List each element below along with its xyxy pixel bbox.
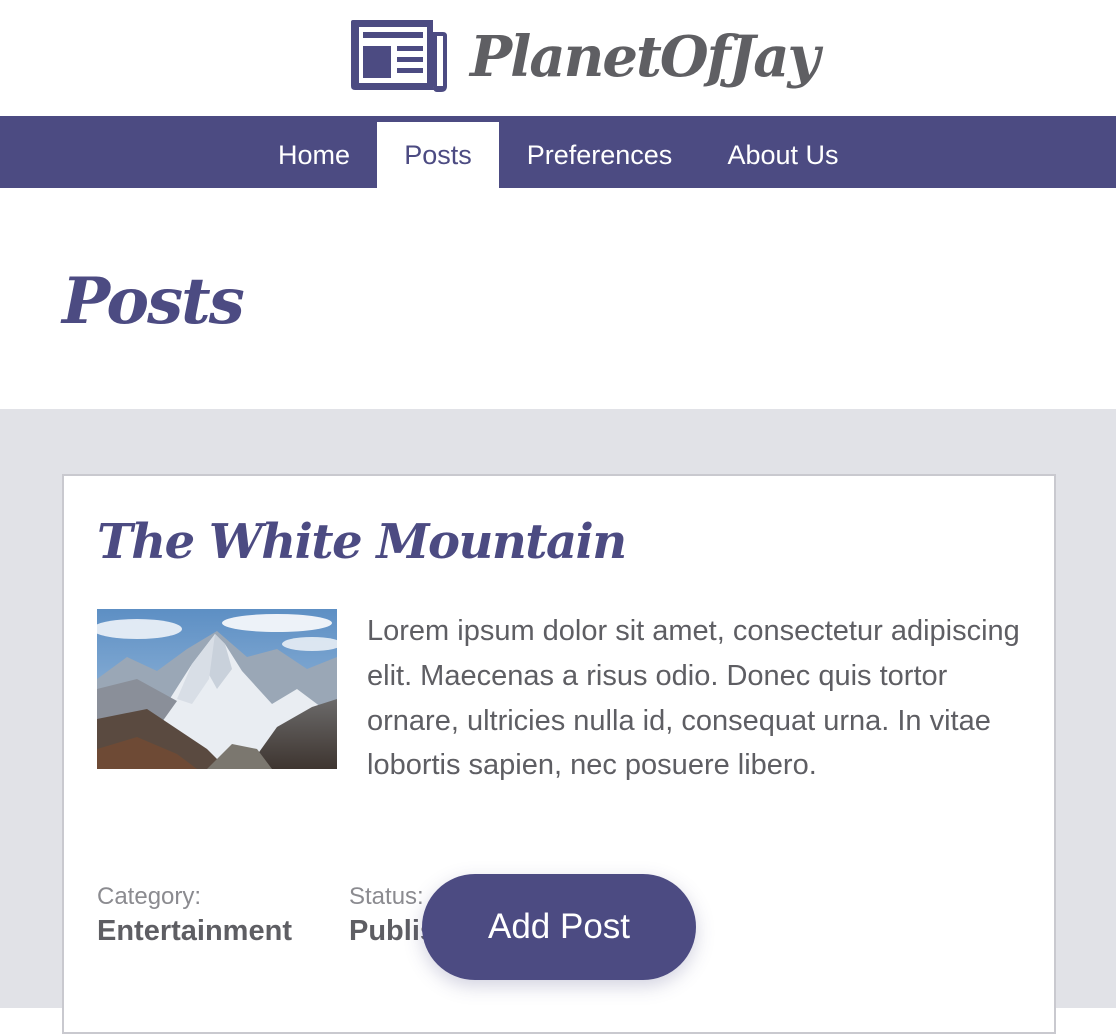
status-value: Published	[349, 915, 429, 947]
category-value: Entertainment	[97, 915, 292, 947]
post-title[interactable]: The White Mountain	[97, 510, 627, 574]
nav-item-home[interactable]: Home	[252, 122, 376, 188]
nav-item-about-us[interactable]: About Us	[700, 122, 866, 188]
page-header: Posts	[0, 188, 1116, 409]
newspaper-icon	[351, 20, 447, 92]
post-image[interactable]	[97, 609, 337, 769]
nav-item-posts[interactable]: Posts	[377, 122, 499, 188]
category-label: Category:	[97, 883, 202, 910]
status-label: Status:	[349, 883, 424, 910]
site-logo-text[interactable]: PlanetOfJay	[470, 22, 820, 92]
nav-item-preferences[interactable]: Preferences	[499, 122, 700, 188]
post-excerpt: Lorem ipsum dolor sit amet, consectetur …	[367, 615, 1020, 782]
site-header: PlanetOfJay	[0, 0, 1116, 116]
main-nav: Home Posts Preferences About Us	[0, 116, 1116, 188]
page-title: Posts	[62, 264, 245, 339]
add-post-button[interactable]: Add Post	[422, 874, 696, 980]
